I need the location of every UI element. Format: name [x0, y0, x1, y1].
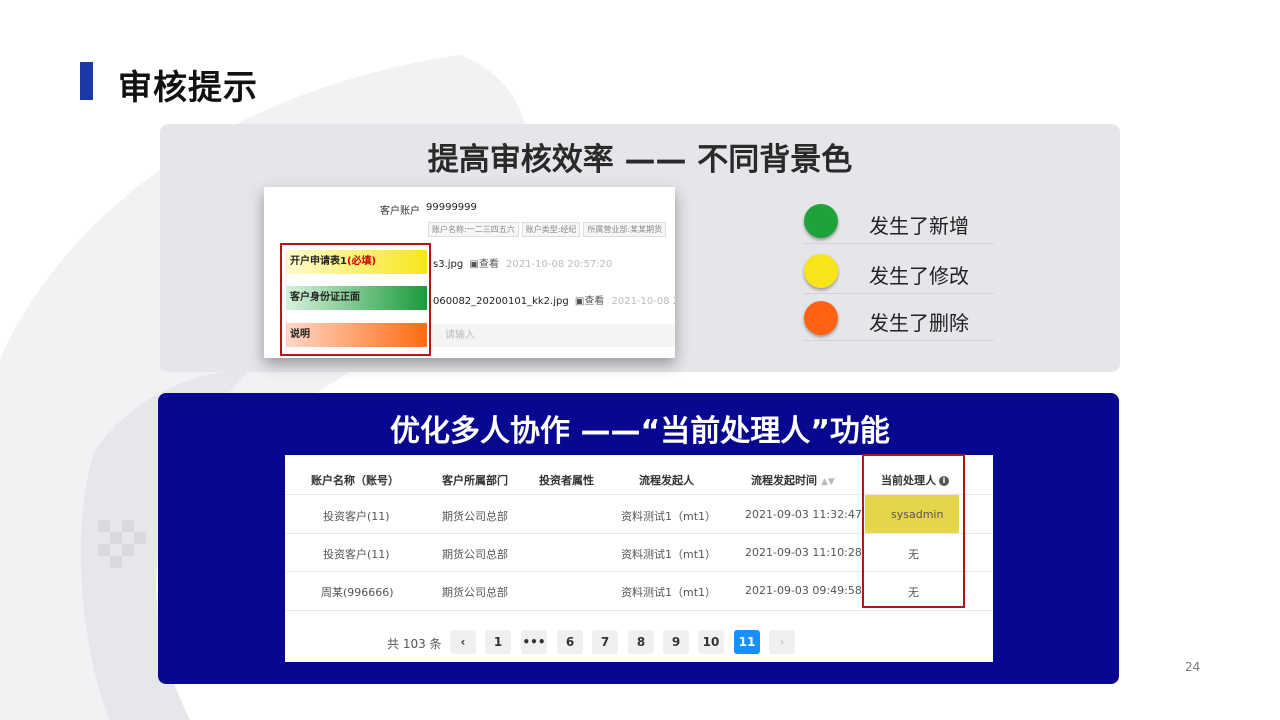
account-tag: 所属营业部:某某期货: [583, 222, 667, 237]
orange-dot-icon: [804, 301, 838, 335]
divider: [804, 293, 994, 294]
collaboration-panel-title: 优化多人协作 ——“当前处理人”功能: [390, 414, 890, 449]
column-header-initiator[interactable]: 流程发起人: [639, 472, 694, 488]
column-header-account[interactable]: 账户名称（账号）: [311, 472, 399, 488]
table-cell: 资料测试1（mt1）: [621, 510, 717, 523]
image-icon: ▣: [574, 296, 585, 307]
highlight-box: [862, 454, 965, 608]
table-cell: 期货公司总部: [442, 548, 508, 561]
page-ellipsis-button[interactable]: •••: [521, 630, 547, 654]
table-cell: 投资客户(11): [323, 510, 390, 523]
column-header-investor-type[interactable]: 投资者属性: [539, 472, 594, 488]
account-tag: 账户类型:经纪: [521, 222, 581, 237]
legend-item-added: 发生了新增: [804, 200, 994, 244]
next-page-button[interactable]: ›: [769, 630, 795, 654]
table-cell: 2021-09-03 11:10:28: [745, 546, 862, 559]
legend-item-deleted: 发生了删除: [804, 297, 994, 341]
upload-time: 2021-10-08 20:57:29: [611, 296, 676, 307]
file-entry: s3.jpg ▣查看 2021-10-08 20:57:20: [433, 255, 612, 270]
upload-time: 2021-10-08 20:57:20: [506, 259, 613, 270]
account-tags: 账户名称:一二三四五六 账户类型:经纪 所属营业部:某某期货: [428, 222, 667, 237]
page-button-8[interactable]: 8: [628, 630, 654, 654]
page-button-1[interactable]: 1: [485, 630, 511, 654]
file-name[interactable]: s3.jpg: [433, 259, 463, 270]
notes-input[interactable]: 请输入: [432, 324, 675, 347]
efficiency-panel-title: 提高审核效率 —— 不同背景色: [427, 142, 853, 178]
sort-icon[interactable]: ▲▼: [821, 477, 835, 487]
legend-text: 发生了删除: [869, 311, 969, 335]
page-number: 24: [1185, 660, 1201, 674]
slide-title: 审核提示: [118, 68, 258, 108]
table-cell: 2021-09-03 11:32:47: [745, 508, 862, 521]
view-link[interactable]: ▣查看: [575, 296, 604, 307]
prev-page-button[interactable]: ‹: [450, 630, 476, 654]
view-link[interactable]: ▣查看: [469, 259, 498, 270]
table-cell: 2021-09-03 09:49:58: [745, 584, 862, 597]
table-cell: 投资客户(11): [323, 548, 390, 561]
highlight-box: [280, 243, 431, 356]
column-header-start-time[interactable]: 流程发起时间 ▲▼: [751, 472, 835, 488]
account-tag: 账户名称:一二三四五六: [428, 222, 519, 237]
table-cell: 周某(996666): [321, 586, 394, 599]
page-button-9[interactable]: 9: [663, 630, 689, 654]
page-button-10[interactable]: 10: [698, 630, 724, 654]
legend-text: 发生了新增: [869, 214, 969, 238]
legend-text: 发生了修改: [869, 264, 969, 288]
account-value: 99999999: [426, 202, 477, 213]
table-cell: 期货公司总部: [442, 510, 508, 523]
divider: [804, 340, 994, 341]
table-cell: 资料测试1（mt1）: [621, 586, 717, 599]
page-button-7[interactable]: 7: [592, 630, 618, 654]
page-button-11-active[interactable]: 11: [734, 630, 760, 654]
divider: [285, 610, 993, 611]
table-cell: 期货公司总部: [442, 586, 508, 599]
green-dot-icon: [804, 204, 838, 238]
title-accent-bar: [80, 62, 93, 100]
page-button-6[interactable]: 6: [557, 630, 583, 654]
divider: [804, 243, 994, 244]
yellow-dot-icon: [804, 254, 838, 288]
total-count: 共 103 条: [387, 637, 442, 651]
file-entry: 060082_20200101_kk2.jpg ▣查看 2021-10-08 2…: [433, 292, 675, 307]
image-icon: ▣: [469, 259, 479, 270]
legend-item-modified: 发生了修改: [804, 250, 994, 294]
file-name[interactable]: 060082_20200101_kk2.jpg: [433, 296, 569, 307]
column-header-department[interactable]: 客户所属部门: [442, 472, 508, 488]
slide: 审核提示 提高审核效率 —— 不同背景色 客户账户 99999999 账户名称:…: [0, 0, 1280, 720]
table-cell: 资料测试1（mt1）: [621, 548, 717, 561]
account-label: 客户账户: [380, 206, 420, 217]
